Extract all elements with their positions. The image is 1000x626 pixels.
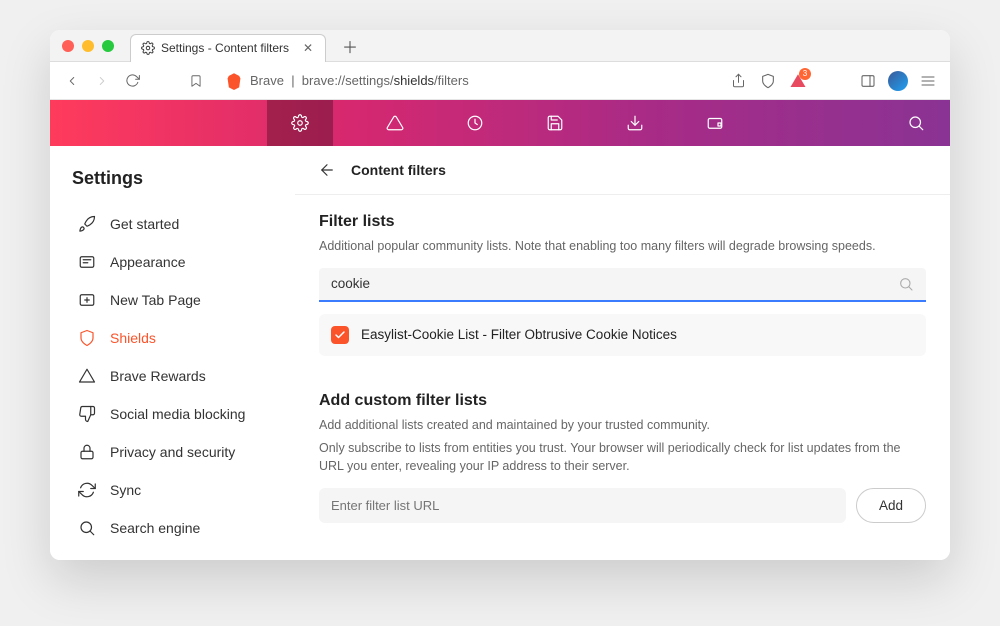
toolbar-right: 3 bbox=[728, 71, 938, 91]
bookmark-button[interactable] bbox=[186, 71, 206, 91]
new-tab-icon bbox=[78, 291, 96, 309]
rewards-button[interactable]: 3 bbox=[788, 71, 808, 91]
gear-icon bbox=[141, 41, 155, 55]
sidebar-item-new-tab[interactable]: New Tab Page bbox=[72, 281, 283, 319]
extension-icon[interactable] bbox=[888, 71, 908, 91]
page-title: Content filters bbox=[351, 162, 446, 178]
nav-wallet[interactable] bbox=[697, 100, 733, 146]
search-icon bbox=[78, 519, 96, 537]
settings-top-nav bbox=[50, 100, 950, 146]
custom-input-row: Add bbox=[319, 488, 926, 523]
sidebar-item-label: Sync bbox=[110, 482, 141, 498]
nav-downloads[interactable] bbox=[617, 100, 653, 146]
wallet-icon bbox=[706, 114, 724, 132]
sidebar-item-label: Privacy and security bbox=[110, 444, 235, 460]
sidebar-item-appearance[interactable]: Appearance bbox=[72, 243, 283, 281]
shield-icon bbox=[78, 329, 96, 347]
sidebar-item-rewards[interactable]: Brave Rewards bbox=[72, 357, 283, 395]
sidebar-item-label: Social media blocking bbox=[110, 406, 245, 422]
titlebar: Settings - Content filters ✕ ＋ bbox=[50, 30, 950, 62]
nav-rewards[interactable] bbox=[377, 100, 413, 146]
browser-window: Settings - Content filters ✕ ＋ Brave | b… bbox=[50, 30, 950, 560]
minimize-window-button[interactable] bbox=[82, 40, 94, 52]
filter-item-label: Easylist-Cookie List - Filter Obtrusive … bbox=[361, 327, 677, 342]
filter-lists-section: Filter lists Additional popular communit… bbox=[295, 195, 950, 374]
reload-button[interactable] bbox=[122, 71, 142, 91]
section-description: Additional popular community lists. Note… bbox=[319, 237, 926, 256]
toolbar: Brave | brave://settings/shields/filters… bbox=[50, 62, 950, 100]
main-panel: Content filters Filter lists Additional … bbox=[295, 146, 950, 560]
add-button[interactable]: Add bbox=[856, 488, 926, 523]
back-arrow-button[interactable] bbox=[317, 160, 337, 180]
sidebar-toggle-button[interactable] bbox=[858, 71, 878, 91]
filter-search-input[interactable] bbox=[331, 276, 898, 291]
new-tab-button[interactable]: ＋ bbox=[340, 36, 360, 56]
sidebar-item-label: Get started bbox=[110, 216, 179, 232]
section-heading: Add custom filter lists bbox=[319, 392, 926, 410]
gear-icon bbox=[291, 114, 309, 132]
content-area: Settings Get started Appearance New Tab … bbox=[50, 146, 950, 560]
rocket-icon bbox=[78, 215, 96, 233]
nav-search[interactable] bbox=[898, 100, 934, 146]
close-tab-button[interactable]: ✕ bbox=[301, 41, 315, 55]
url-text: Brave | brave://settings/shields/filters bbox=[250, 73, 469, 88]
sidebar-item-label: Brave Rewards bbox=[110, 368, 206, 384]
download-icon bbox=[626, 114, 644, 132]
sidebar-title: Settings bbox=[72, 168, 283, 189]
menu-button[interactable] bbox=[918, 71, 938, 91]
nav-gear[interactable] bbox=[267, 100, 333, 146]
sidebar-item-label: Search engine bbox=[110, 520, 200, 536]
sidebar-item-label: New Tab Page bbox=[110, 292, 201, 308]
filter-list-item[interactable]: Easylist-Cookie List - Filter Obtrusive … bbox=[319, 314, 926, 356]
share-button[interactable] bbox=[728, 71, 748, 91]
custom-description-2: Only subscribe to lists from entities yo… bbox=[319, 439, 926, 477]
bookmark-save-icon bbox=[546, 114, 564, 132]
shields-button[interactable] bbox=[758, 71, 778, 91]
address-bar[interactable]: Brave | brave://settings/shields/filters bbox=[216, 67, 718, 95]
maximize-window-button[interactable] bbox=[102, 40, 114, 52]
nav-bookmarks[interactable] bbox=[537, 100, 573, 146]
search-icon bbox=[907, 114, 925, 132]
sidebar-item-get-started[interactable]: Get started bbox=[72, 205, 283, 243]
sidebar-item-label: Shields bbox=[110, 330, 156, 346]
history-icon bbox=[466, 114, 484, 132]
custom-filter-url-input[interactable] bbox=[319, 488, 846, 523]
sidebar-item-privacy[interactable]: Privacy and security bbox=[72, 433, 283, 471]
section-heading: Filter lists bbox=[319, 213, 926, 231]
close-window-button[interactable] bbox=[62, 40, 74, 52]
rewards-badge: 3 bbox=[799, 68, 811, 80]
tab-title: Settings - Content filters bbox=[161, 41, 289, 55]
thumbs-down-icon bbox=[78, 405, 96, 423]
sidebar: Settings Get started Appearance New Tab … bbox=[50, 146, 295, 560]
sidebar-item-shields[interactable]: Shields bbox=[72, 319, 283, 357]
triangle-icon bbox=[386, 114, 404, 132]
back-button[interactable] bbox=[62, 71, 82, 91]
nav-history[interactable] bbox=[457, 100, 493, 146]
search-icon bbox=[898, 276, 914, 292]
forward-button[interactable] bbox=[92, 71, 112, 91]
sidebar-item-label: Appearance bbox=[110, 254, 186, 270]
custom-description-1: Add additional lists created and maintai… bbox=[319, 416, 926, 435]
sidebar-item-social[interactable]: Social media blocking bbox=[72, 395, 283, 433]
sidebar-item-search[interactable]: Search engine bbox=[72, 509, 283, 547]
page-header: Content filters bbox=[295, 146, 950, 195]
custom-filter-section: Add custom filter lists Add additional l… bbox=[295, 374, 950, 541]
appearance-icon bbox=[78, 253, 96, 271]
traffic-lights bbox=[62, 40, 114, 52]
sidebar-item-sync[interactable]: Sync bbox=[72, 471, 283, 509]
brave-logo-icon bbox=[226, 72, 242, 90]
rewards-icon bbox=[78, 367, 96, 385]
filter-search-box[interactable] bbox=[319, 268, 926, 302]
sync-icon bbox=[78, 481, 96, 499]
lock-icon bbox=[78, 443, 96, 461]
filter-checkbox[interactable] bbox=[331, 326, 349, 344]
browser-tab[interactable]: Settings - Content filters ✕ bbox=[130, 34, 326, 62]
